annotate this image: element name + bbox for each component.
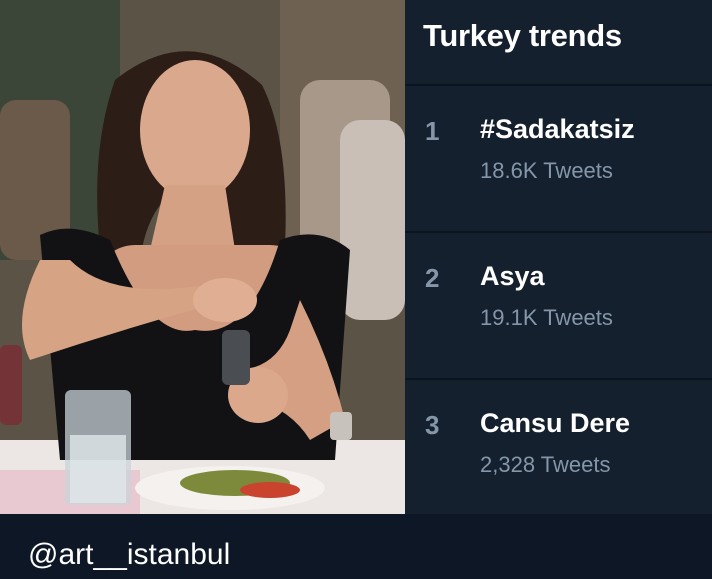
trend-name: Asya [480,261,545,291]
trend-item-sadakatsiz[interactable]: 1 #Sadakatsiz 18.6K Tweets [405,86,712,231]
footer-bar: @art__istanbul [0,514,712,579]
trend-rank: 1 [425,116,440,146]
trend-tweet-count: 19.1K Tweets [480,305,613,330]
trend-tweet-count: 18.6K Tweets [480,158,613,183]
watermark-handle: @art__istanbul [28,538,231,571]
trend-name: #Sadakatsiz [480,114,635,144]
trend-tweet-count: 2,328 Tweets [480,452,611,477]
trend-item-asya[interactable]: 2 Asya 19.1K Tweets [405,233,712,378]
trend-name: Cansu Dere [480,408,631,438]
trends-panel: Turkey trends 1 #Sadakatsiz 18.6K Tweets… [405,0,712,514]
trends-title: Turkey trends [423,18,622,53]
trend-rank: 3 [425,410,440,440]
trend-rank: 2 [425,263,440,293]
photo-illustration [0,0,405,514]
woman-dining-photo [0,0,405,514]
trend-item-cansu-dere[interactable]: 3 Cansu Dere 2,328 Tweets [405,380,712,525]
